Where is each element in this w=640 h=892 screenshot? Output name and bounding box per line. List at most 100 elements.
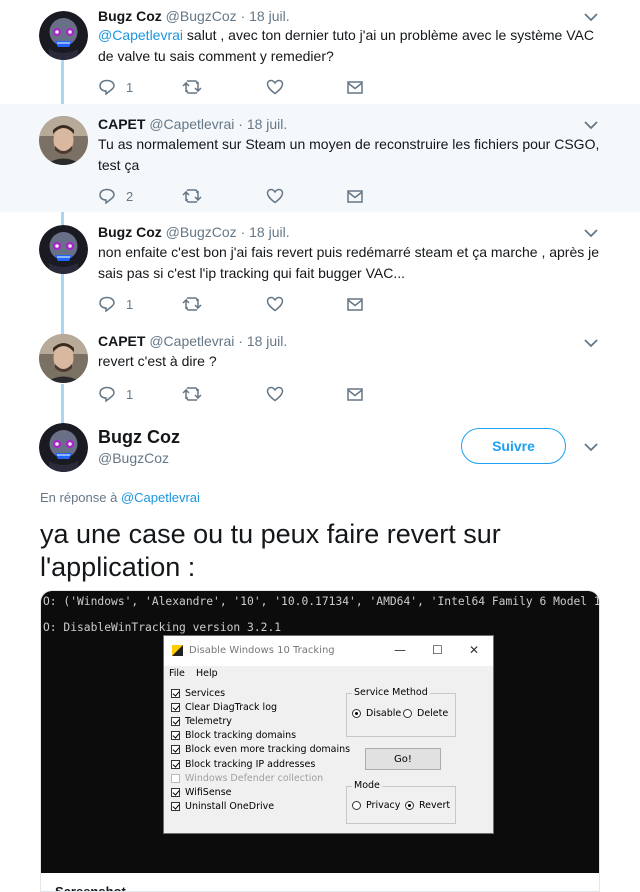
reply-button[interactable]: 1 [98,296,182,312]
checkbox-box [171,773,180,783]
like-button[interactable] [266,188,346,204]
option-checkbox: Windows Defender collection [171,773,323,784]
maximize-button[interactable]: ☐ [432,643,443,657]
option-checkbox[interactable]: Block tracking IP addresses [171,759,315,770]
tweet[interactable]: Bugz Coz @BugzCoz · 18 juil. non enfaite… [0,213,640,321]
radio-delete[interactable]: Delete [403,708,448,719]
radio-label: Delete [417,708,449,719]
like-button[interactable] [266,79,346,95]
author-handle[interactable]: @Capetlevrai [149,333,234,349]
reply-icon [99,79,115,95]
direct-message-button[interactable] [346,296,364,312]
retweet-icon [182,189,202,203]
option-checkbox[interactable]: WifiSense [171,787,232,798]
chevron-down-icon[interactable] [583,441,599,453]
tweet-date[interactable]: 18 juil. [247,333,287,349]
app-icon [172,645,183,656]
radio-privacy[interactable]: Privacy [352,800,400,811]
author-handle[interactable]: @BugzCoz [166,224,237,240]
option-checkbox[interactable]: Clear DiagTrack log [171,702,277,713]
tweet-text: Tu as normalement sur Steam un moyen de … [98,136,600,173]
tweet-text: ya une case ou tu peux faire revert sur … [40,519,501,582]
heart-icon [266,386,284,402]
avatar[interactable] [39,225,88,274]
direct-message-button[interactable] [346,188,364,204]
option-checkbox[interactable]: Block even more tracking domains [171,744,350,755]
envelope-icon [347,190,363,203]
tweet-text: @Capetlevrai salut , avec ton dernier tu… [98,25,608,67]
retweet-button[interactable] [182,188,266,204]
retweet-button[interactable] [182,296,266,312]
option-checkbox[interactable]: Uninstall OneDrive [171,801,274,812]
author-name[interactable]: CAPET [98,116,145,132]
tweet[interactable]: CAPET @Capetlevrai · 18 juil. revert c'e… [0,322,640,416]
separator-dot: · [240,8,246,24]
close-button[interactable]: ✕ [469,643,479,657]
tweet-date[interactable]: 18 juil. [247,116,287,132]
option-checkbox[interactable]: Block tracking domains [171,730,296,741]
console-line: O: ('Windows', 'Alexandre', '10', '10.0.… [43,595,600,608]
option-checkbox[interactable]: Services [171,688,225,699]
radio-revert[interactable]: Revert [405,800,450,811]
app-window: Disable Windows 10 Tracking — ☐ ✕ File H… [163,635,494,834]
retweet-button[interactable] [182,386,266,402]
reply-count: 2 [126,188,134,204]
tweet-date[interactable]: 18 juil. [249,8,289,24]
like-button[interactable] [266,386,346,402]
tweet-header: Bugz Coz @BugzCoz · 18 juil. [98,8,290,24]
menu-bar: File Help [164,666,493,682]
direct-message-button[interactable] [346,386,364,402]
avatar[interactable] [39,116,88,165]
direct-message-button[interactable] [346,79,364,95]
retweet-icon [182,297,202,311]
retweet-button[interactable] [182,79,266,95]
media-attachment[interactable]: O: ('Windows', 'Alexandre', '10', '10.0.… [40,590,600,892]
author-name[interactable]: CAPET [98,333,145,349]
option-checkbox[interactable]: Telemetry [171,716,232,727]
mention-link[interactable]: @Capetlevrai [98,27,183,43]
checkbox-label: Windows Defender collection [185,772,324,784]
author-name[interactable]: Bugz Coz [98,224,162,240]
minimize-button[interactable]: — [394,643,406,657]
author-handle[interactable]: @Capetlevrai [149,116,234,132]
chevron-down-icon[interactable] [583,11,599,23]
tweet-header: Bugz Coz @BugzCoz · 18 juil. [98,224,290,240]
mention-link[interactable]: @Capetlevrai [121,490,200,505]
menu-help[interactable]: Help [196,668,218,679]
avatar[interactable] [39,334,88,383]
author-name[interactable]: Bugz Coz [98,8,162,24]
reply-button[interactable]: 2 [98,188,182,204]
checkbox-label: WifiSense [185,786,232,798]
checkbox-label: Services [185,688,226,699]
menu-file[interactable]: File [169,668,185,679]
author-handle[interactable]: @BugzCoz [98,450,169,466]
separator-dot: · [238,116,243,132]
author-name[interactable]: Bugz Coz [98,427,180,448]
checkbox-box [171,731,180,741]
separator-dot: · [238,333,243,349]
group-title: Mode [352,780,382,791]
tweet[interactable]: Bugz Coz @BugzCoz · 18 juil. @Capetlevra… [0,0,640,103]
chevron-down-icon[interactable] [583,337,599,349]
tweet-date[interactable]: 18 juil. [249,224,289,240]
checkbox-box [171,801,180,811]
avatar[interactable] [39,11,88,60]
avatar[interactable] [39,423,88,472]
tweet[interactable]: CAPET @Capetlevrai · 18 juil. Tu as norm… [0,104,640,212]
reply-button[interactable]: 1 [98,386,182,402]
author-handle[interactable]: @BugzCoz [166,8,237,24]
checkbox-label: Block tracking IP addresses [185,758,316,770]
chevron-down-icon[interactable] [583,227,599,239]
follow-button[interactable]: Suivre [461,428,566,464]
heart-icon [266,296,284,312]
reply-button[interactable]: 1 [98,79,182,95]
go-button[interactable]: Go! [365,748,441,770]
radio-label: Revert [419,800,451,811]
reply-icon [99,386,115,402]
retweet-icon [182,387,202,401]
checkbox-label: Block even more tracking domains [185,744,351,756]
chevron-down-icon[interactable] [583,119,599,131]
reply-icon [99,296,115,312]
radio-disable[interactable]: Disable [352,708,401,719]
like-button[interactable] [266,296,346,312]
